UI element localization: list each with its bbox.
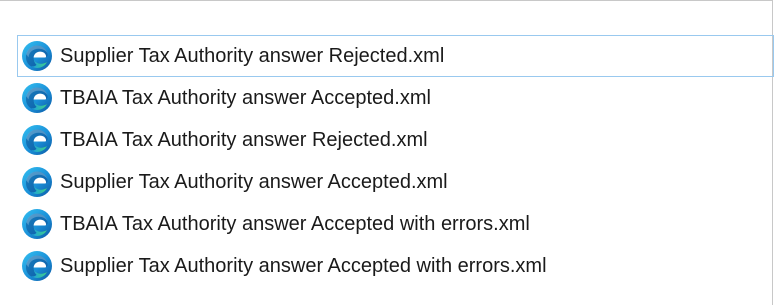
edge-browser-icon	[20, 81, 54, 115]
edge-browser-icon	[20, 207, 54, 241]
file-item[interactable]: TBAIA Tax Authority answer Accepted with…	[17, 203, 774, 245]
file-name: Supplier Tax Authority answer Rejected.x…	[60, 44, 445, 67]
edge-browser-icon	[20, 165, 54, 199]
file-item[interactable]: Supplier Tax Authority answer Accepted.x…	[17, 161, 774, 203]
file-name: Supplier Tax Authority answer Accepted.x…	[60, 170, 448, 193]
file-item[interactable]: TBAIA Tax Authority answer Rejected.xml	[17, 119, 774, 161]
file-name: TBAIA Tax Authority answer Accepted.xml	[60, 86, 431, 109]
file-name: TBAIA Tax Authority answer Accepted with…	[60, 212, 530, 235]
edge-browser-icon	[20, 249, 54, 283]
file-list-panel: Supplier Tax Authority answer Rejected.x…	[0, 0, 774, 305]
file-name: Supplier Tax Authority answer Accepted w…	[60, 254, 547, 277]
file-item[interactable]: TBAIA Tax Authority answer Accepted.xml	[17, 77, 774, 119]
file-item[interactable]: Supplier Tax Authority answer Accepted w…	[17, 245, 774, 287]
file-name: TBAIA Tax Authority answer Rejected.xml	[60, 128, 428, 151]
file-item[interactable]: Supplier Tax Authority answer Rejected.x…	[17, 35, 774, 77]
file-list: Supplier Tax Authority answer Rejected.x…	[17, 35, 774, 287]
edge-browser-icon	[20, 39, 54, 73]
edge-browser-icon	[20, 123, 54, 157]
